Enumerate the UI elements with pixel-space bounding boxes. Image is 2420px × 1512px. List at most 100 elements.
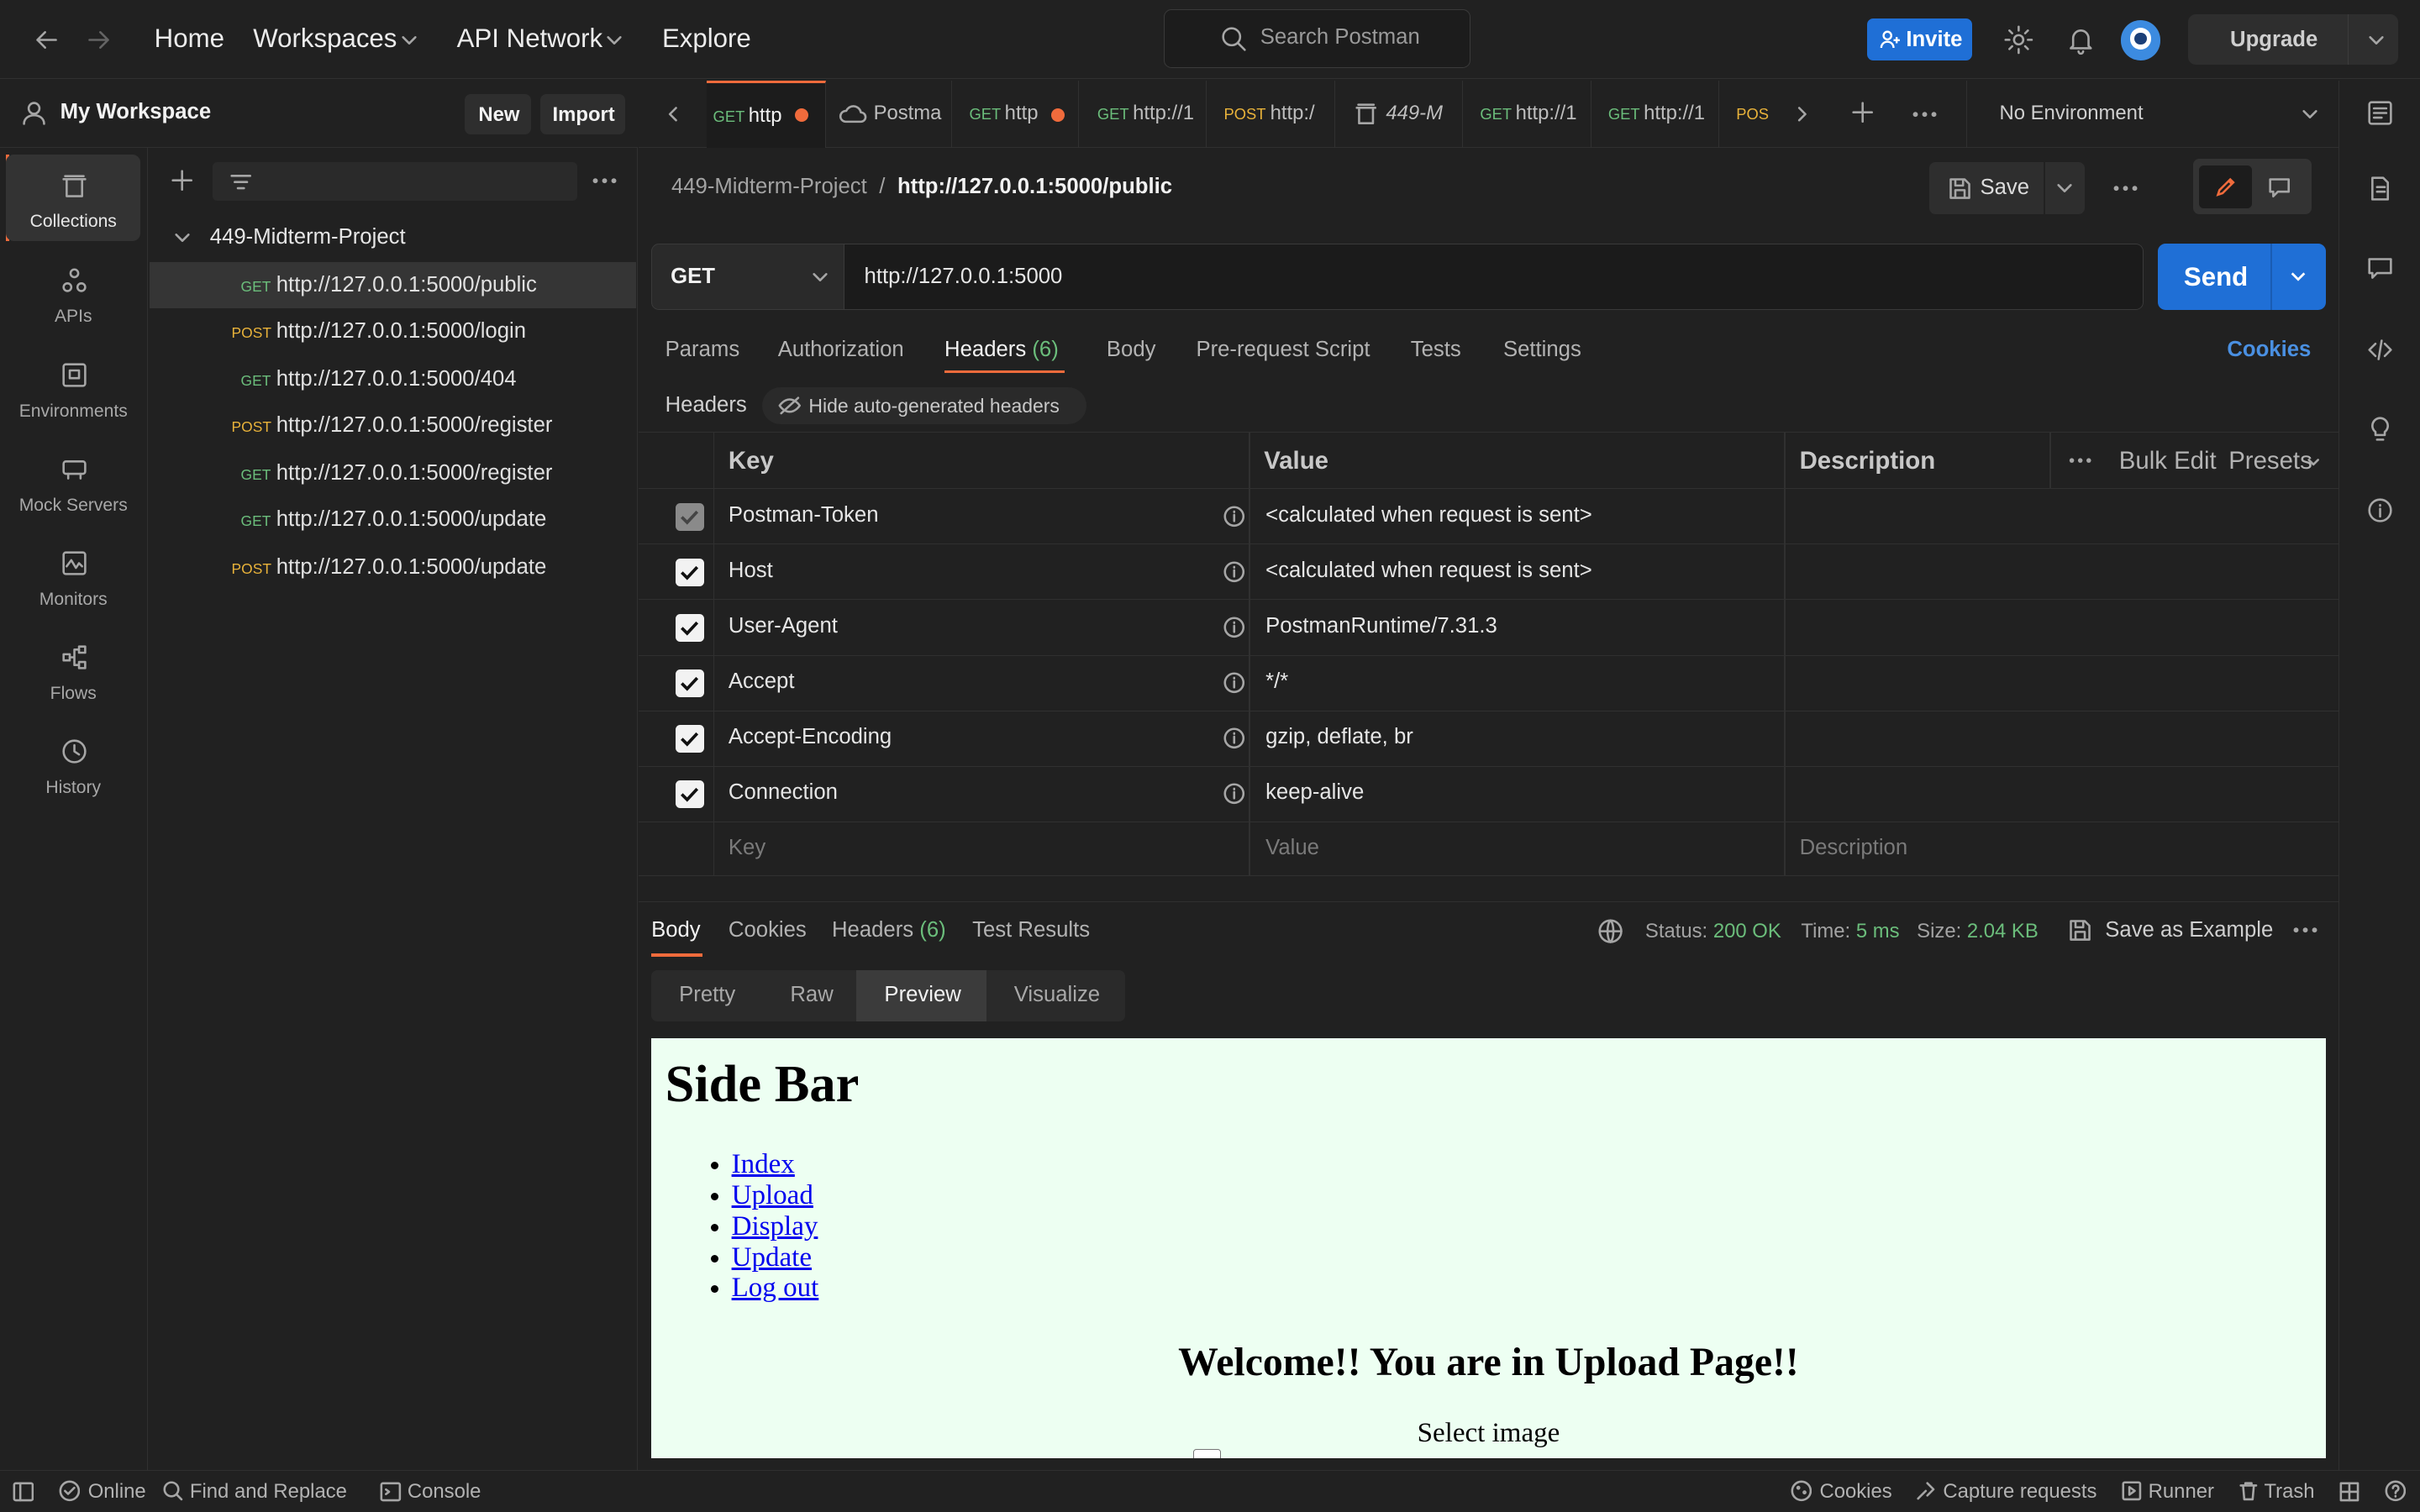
tree-request-item[interactable]: POST http://127.0.0.1:5000/login — [150, 308, 636, 354]
preview-link-index[interactable]: Index — [732, 1149, 795, 1179]
new-button[interactable]: New — [464, 94, 531, 134]
response-tab-cookies[interactable]: Cookies — [729, 918, 807, 942]
info-icon[interactable] — [1223, 782, 1246, 806]
header-enabled-checkbox[interactable] — [676, 669, 704, 698]
info-icon[interactable] — [1223, 505, 1246, 528]
tree-request-item[interactable]: GET http://127.0.0.1:5000/404 — [150, 356, 636, 402]
settings-gear-icon[interactable] — [2003, 24, 2034, 55]
save-as-example-button[interactable]: Save as Example — [2105, 918, 2273, 942]
online-status[interactable]: Online — [88, 1480, 146, 1504]
view-pretty[interactable]: Pretty — [679, 983, 735, 1007]
upgrade-button[interactable]: Upgrade — [2188, 13, 2399, 66]
comments-icon[interactable] — [2366, 255, 2394, 282]
footer-cookies-button[interactable]: Cookies — [1819, 1480, 1891, 1504]
sidebar-item-collections[interactable]: Collections — [6, 154, 141, 241]
tree-request-item[interactable]: POST http://127.0.0.1:5000/register — [150, 402, 636, 449]
tab-pre-request-script[interactable]: Pre-request Script — [1196, 338, 1370, 362]
capture-requests-button[interactable]: Capture requests — [1943, 1480, 2096, 1504]
request-tab[interactable]: GET http://1 — [1591, 80, 1720, 149]
nav-explore[interactable]: Explore — [662, 24, 751, 54]
cookies-link[interactable]: Cookies — [2227, 338, 2311, 362]
bulk-edit-button[interactable]: Bulk Edit — [2119, 447, 2217, 475]
notification-bell-icon[interactable] — [2065, 24, 2096, 55]
request-tab[interactable]: 449-M — [1335, 80, 1464, 149]
chevron-right-icon[interactable] — [1791, 103, 1813, 125]
more-options-icon[interactable] — [591, 173, 618, 188]
response-options-icon[interactable] — [2291, 922, 2319, 937]
collection-folder[interactable]: 449-Midterm-Project — [150, 214, 636, 260]
header-enabled-checkbox[interactable] — [676, 502, 704, 531]
header-enabled-checkbox[interactable] — [676, 725, 704, 753]
invite-button[interactable]: Invite — [1867, 18, 1973, 60]
search-input[interactable]: Search Postman — [1163, 9, 1471, 68]
info-icon[interactable] — [1223, 671, 1246, 695]
tab-settings[interactable]: Settings — [1503, 338, 1581, 362]
preview-link-update[interactable]: Update — [732, 1242, 812, 1273]
hide-auto-headers-button[interactable]: Hide auto-generated headers — [762, 387, 1087, 425]
chevron-down-icon[interactable] — [605, 31, 623, 50]
workspace-name[interactable]: My Workspace — [60, 100, 212, 124]
help-icon[interactable] — [2385, 1480, 2407, 1502]
chevron-down-icon[interactable] — [2306, 454, 2321, 470]
chevron-down-icon[interactable] — [2289, 267, 2307, 286]
comment-mode-icon[interactable] — [2267, 175, 2291, 199]
response-tab-headers[interactable]: Headers (6) — [832, 918, 946, 942]
chevron-left-icon[interactable] — [662, 103, 684, 125]
console-button[interactable]: Console — [408, 1480, 481, 1504]
request-tab[interactable]: GET http://1 — [1463, 80, 1591, 149]
tab-params[interactable]: Params — [666, 338, 740, 362]
tab-authorization[interactable]: Authorization — [778, 338, 904, 362]
tree-request-item[interactable]: GET http://127.0.0.1:5000/register — [150, 450, 636, 496]
nav-api-network[interactable]: API Network — [457, 24, 603, 54]
request-options-icon[interactable] — [2112, 181, 2139, 196]
edit-mode-button[interactable] — [2199, 165, 2252, 208]
presets-button[interactable]: Presets — [2228, 447, 2312, 475]
breadcrumb-request[interactable]: http://127.0.0.1:5000/public — [897, 175, 1172, 198]
environment-quicklook-icon[interactable] — [2366, 99, 2394, 127]
tree-request-item[interactable]: GET http://127.0.0.1:5000/update — [150, 496, 636, 543]
preview-link-display[interactable]: Display — [732, 1211, 818, 1242]
tab-options-icon[interactable] — [1911, 107, 1939, 122]
method-select[interactable]: GET — [651, 244, 844, 311]
header-enabled-checkbox[interactable] — [676, 613, 704, 643]
new-key-input[interactable]: Key — [729, 836, 765, 860]
code-icon[interactable] — [2366, 336, 2394, 364]
sidebar-item-mock-servers[interactable]: Mock Servers — [6, 437, 140, 523]
tab-headers[interactable]: Headers (6) — [944, 338, 1059, 362]
chevron-down-icon[interactable] — [2055, 179, 2074, 197]
find-and-replace-button[interactable]: Find and Replace — [190, 1480, 347, 1504]
avatar[interactable] — [2120, 19, 2161, 60]
preview-link-upload[interactable]: Upload — [732, 1180, 813, 1210]
runner-button[interactable]: Runner — [2149, 1480, 2214, 1504]
forward-arrow-icon[interactable] — [85, 26, 113, 54]
request-tab[interactable]: Postma — [826, 80, 953, 149]
tab-body[interactable]: Body — [1107, 338, 1156, 362]
view-visualize[interactable]: Visualize — [1014, 983, 1100, 1007]
import-button[interactable]: Import — [539, 94, 625, 134]
globe-icon[interactable] — [1597, 918, 1623, 944]
documentation-icon[interactable] — [2366, 175, 2394, 202]
info-icon[interactable] — [1223, 727, 1246, 750]
info-icon[interactable] — [1223, 560, 1246, 584]
response-tab-test-results[interactable]: Test Results — [972, 918, 1090, 942]
new-value-input[interactable]: Value — [1265, 836, 1319, 860]
view-preview[interactable]: Preview — [884, 983, 960, 1007]
info-icon[interactable] — [2366, 496, 2394, 524]
request-tab[interactable]: GET http://1 — [1079, 80, 1207, 149]
header-enabled-checkbox[interactable] — [676, 780, 704, 809]
new-description-input[interactable]: Description — [1800, 836, 1908, 860]
response-tab-body[interactable]: Body — [651, 918, 701, 942]
lightbulb-icon[interactable] — [2366, 415, 2394, 443]
table-options-icon[interactable] — [2068, 453, 2092, 468]
sidebar-item-apis[interactable]: APIs — [6, 249, 140, 335]
filter-collections-input[interactable] — [213, 161, 577, 201]
sidebar-item-flows[interactable]: Flows — [6, 625, 140, 711]
sidebar-item-monitors[interactable]: Monitors — [6, 531, 140, 617]
info-icon[interactable] — [1223, 616, 1246, 639]
nav-workspaces[interactable]: Workspaces — [253, 24, 397, 54]
tree-request-item[interactable]: GET http://127.0.0.1:5000/public — [150, 262, 636, 309]
environment-select[interactable]: No Environment — [1965, 80, 2338, 149]
sidebar-item-environments[interactable]: Environments — [6, 343, 140, 429]
header-enabled-checkbox[interactable] — [676, 558, 704, 586]
tree-request-item[interactable]: POST http://127.0.0.1:5000/update — [150, 544, 636, 591]
